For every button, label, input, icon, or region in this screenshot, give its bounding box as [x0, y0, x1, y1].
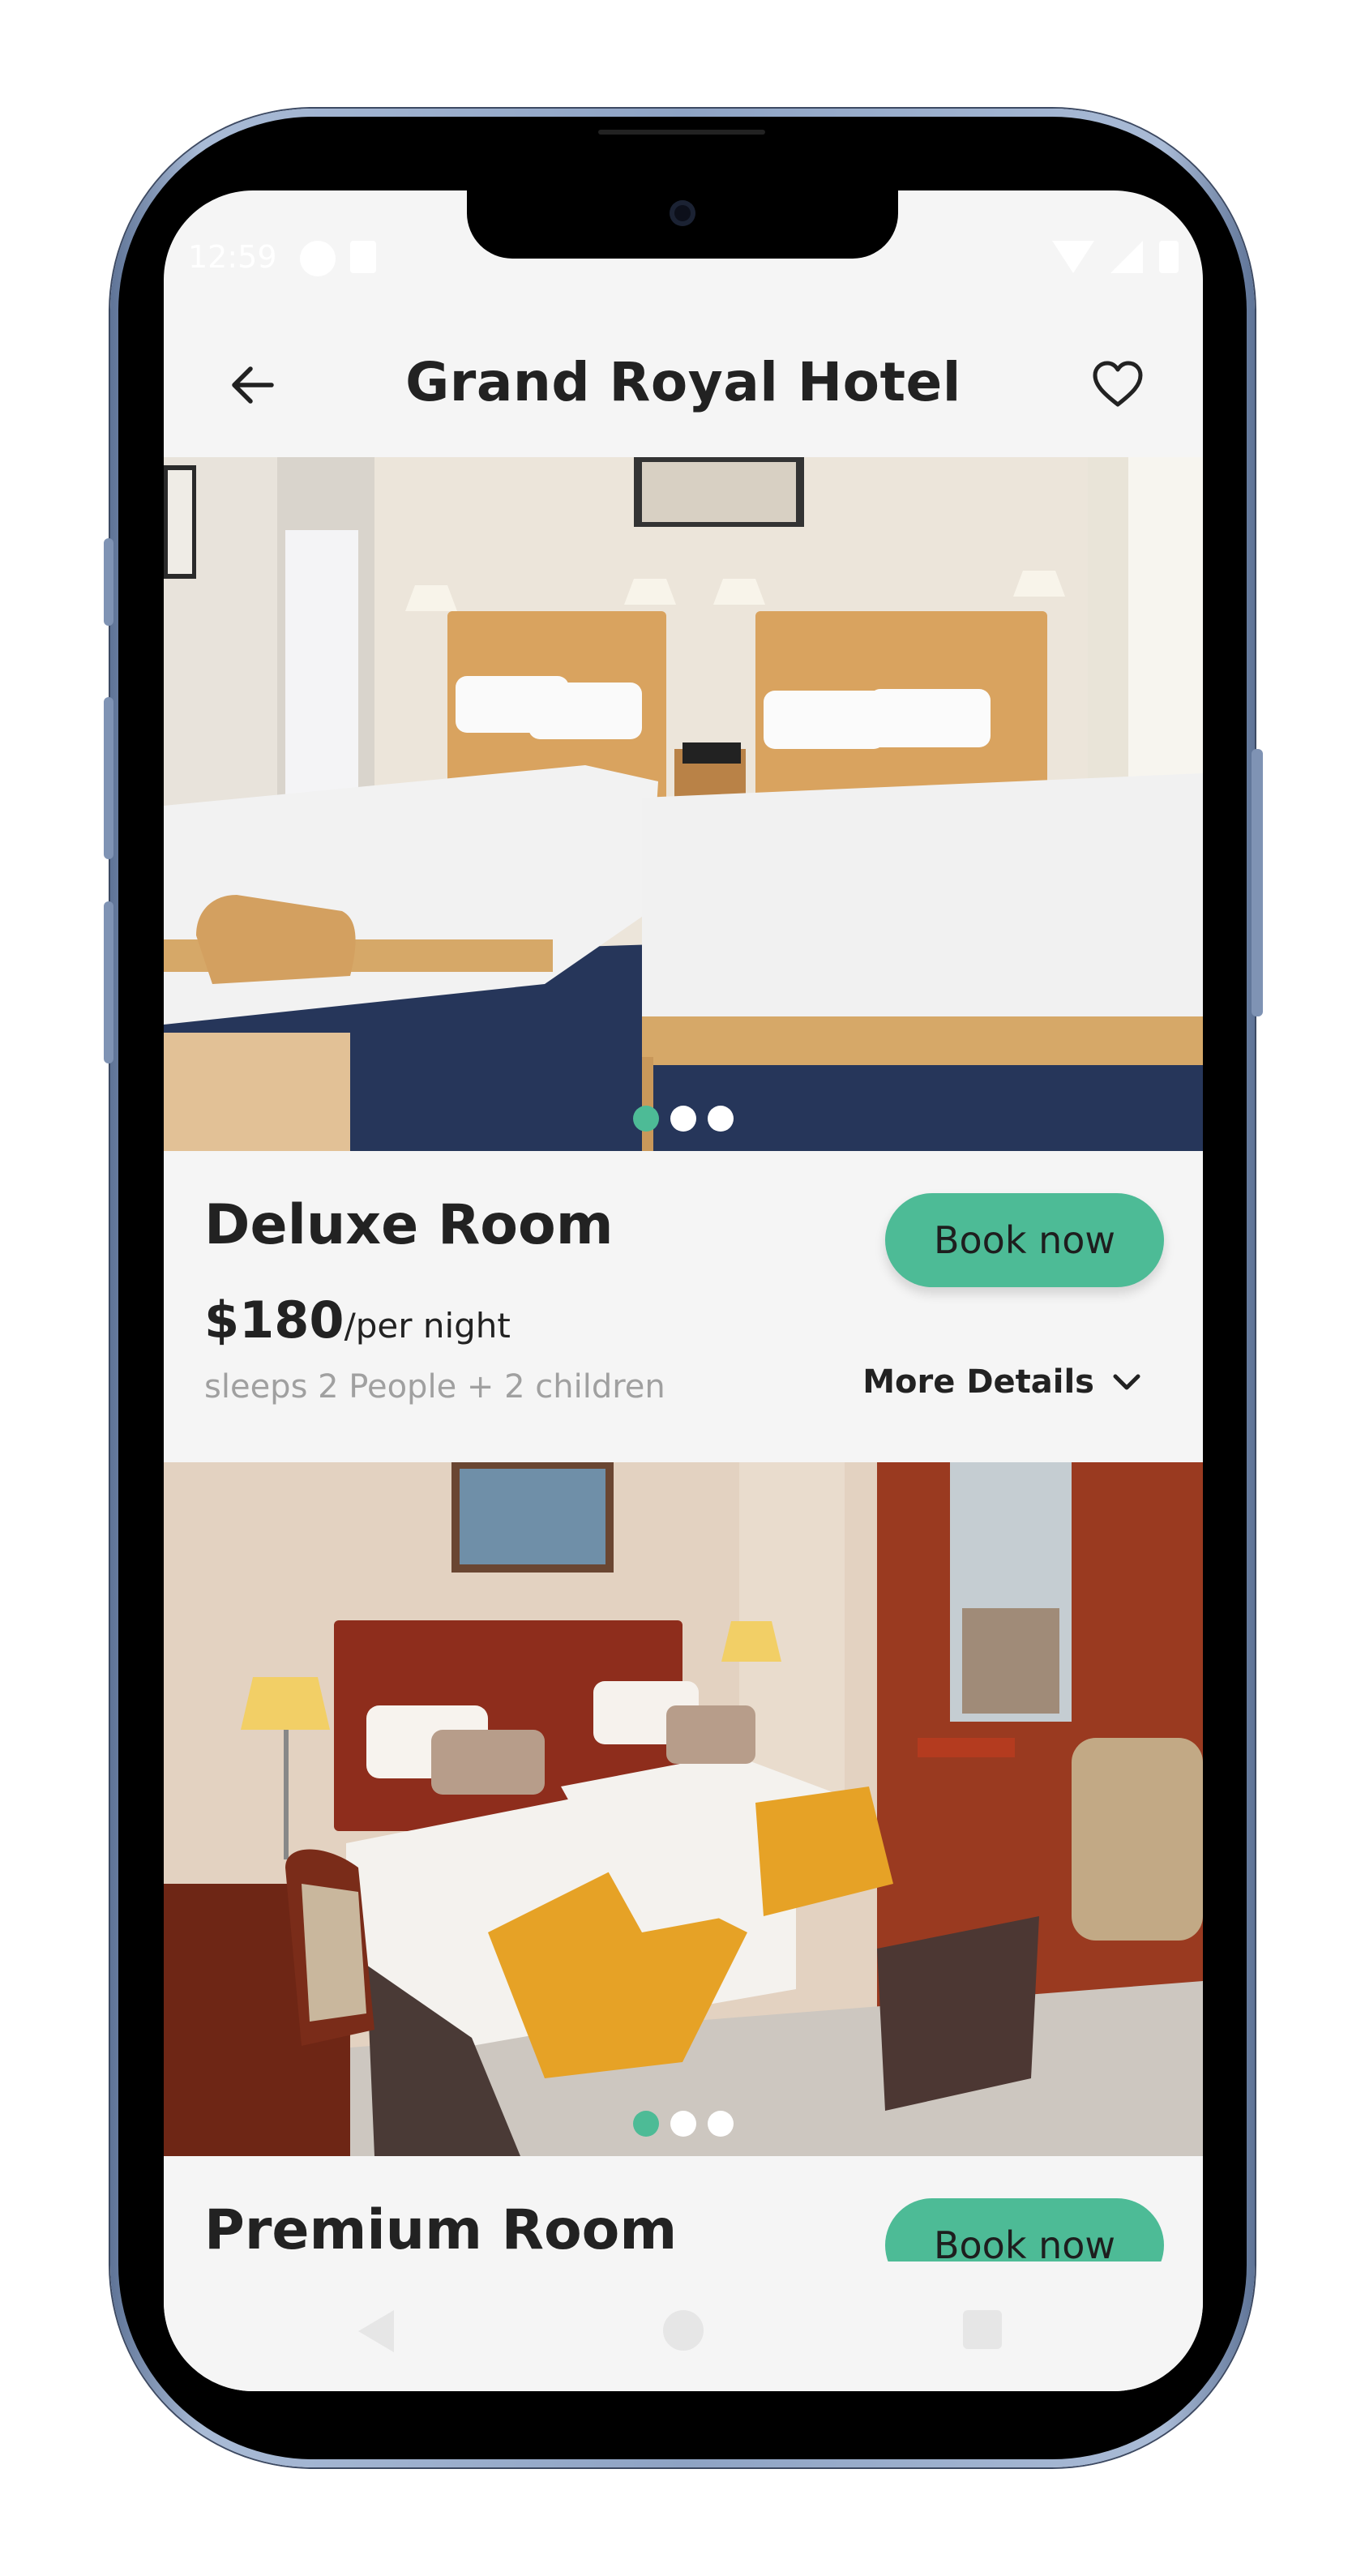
heart-outline-icon — [1093, 361, 1143, 407]
status-notification-icons — [300, 241, 376, 276]
system-navigation-bar — [164, 2261, 1203, 2391]
premium-room-photo — [164, 1462, 1203, 2156]
carousel-dot-active[interactable] — [633, 2111, 659, 2137]
room-card-premium: Premium Room Book now — [164, 2156, 1203, 2270]
carousel-dot[interactable] — [670, 1106, 696, 1132]
carousel-dot-active[interactable] — [633, 1106, 659, 1132]
sim-card-icon — [350, 241, 376, 273]
volume-up-button — [104, 697, 113, 859]
wifi-icon — [1052, 241, 1094, 273]
carousel-dot[interactable] — [670, 2111, 696, 2137]
nav-recents-icon[interactable] — [963, 2310, 1002, 2349]
nav-home-icon[interactable] — [663, 2310, 704, 2351]
nav-back-icon[interactable] — [358, 2310, 394, 2352]
volume-down-button — [104, 901, 113, 1063]
room-name: Premium Room — [204, 2198, 678, 2262]
price-amount: $180 — [204, 1290, 344, 1350]
favorite-button[interactable] — [1089, 356, 1146, 413]
status-time: 12:59 — [188, 239, 277, 275]
status-system-icons — [1052, 241, 1179, 273]
room-card-deluxe: Deluxe Room $180/per night sleeps 2 Peop… — [164, 1151, 1203, 1462]
earpiece-speaker — [598, 130, 765, 135]
more-details-label: More Details — [862, 1363, 1094, 1401]
silent-switch — [104, 538, 113, 626]
room-photo-carousel-premium[interactable] — [164, 1462, 1203, 2156]
book-now-button[interactable]: Book now — [885, 1193, 1164, 1287]
carousel-dot[interactable] — [708, 2111, 734, 2137]
page-title: Grand Royal Hotel — [405, 351, 961, 413]
price-unit: /per night — [344, 1306, 511, 1346]
room-price: $180/per night — [204, 1290, 511, 1350]
front-camera — [670, 200, 695, 226]
more-details-toggle[interactable]: More Details — [862, 1363, 1141, 1401]
room-capacity: sleeps 2 People + 2 children — [204, 1368, 665, 1406]
room-name: Deluxe Room — [204, 1193, 614, 1257]
app-bar: Grand Royal Hotel — [164, 312, 1203, 458]
carousel-indicator — [164, 1106, 1203, 1132]
carousel-indicator — [164, 2111, 1203, 2137]
room-photo-carousel-deluxe[interactable] — [164, 457, 1203, 1151]
signal-icon — [1110, 241, 1143, 273]
deluxe-room-photo — [164, 457, 1203, 1151]
power-button — [1252, 749, 1263, 1016]
battery-icon — [1159, 241, 1179, 273]
app-screen: 12:59 Grand Royal Hotel Deluxe Room $180… — [164, 190, 1203, 2391]
carousel-dot[interactable] — [708, 1106, 734, 1132]
notification-app-icon — [300, 241, 336, 276]
notch — [467, 190, 898, 259]
book-now-button[interactable]: Book now — [885, 2198, 1164, 2270]
chevron-down-icon — [1113, 1374, 1140, 1390]
